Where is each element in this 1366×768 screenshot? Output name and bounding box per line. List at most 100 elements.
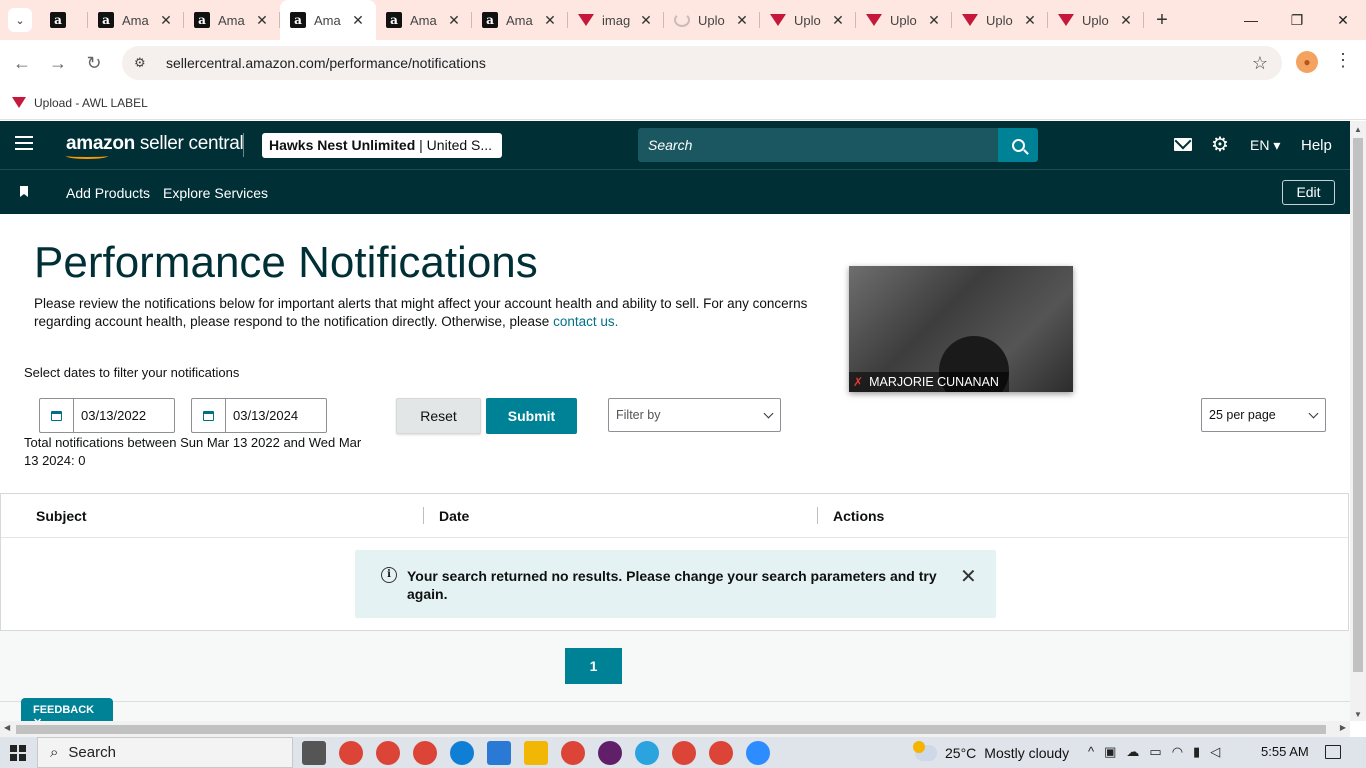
- column-subject[interactable]: Subject: [36, 508, 87, 524]
- chrome-icon[interactable]: [672, 741, 696, 765]
- browser-tab[interactable]: a Ama ✕: [88, 0, 184, 40]
- tab-close-icon[interactable]: ✕: [446, 12, 462, 29]
- volume-icon[interactable]: ◁: [1210, 744, 1220, 760]
- browser-tab[interactable]: a Ama ✕: [184, 0, 280, 40]
- vertical-scrollbar[interactable]: ▲ ▼: [1350, 121, 1366, 721]
- browser-tab[interactable]: a Ama ✕: [376, 0, 472, 40]
- contact-us-link[interactable]: contact us.: [553, 314, 618, 329]
- meet-icon[interactable]: ▣: [1104, 744, 1116, 760]
- minimize-button[interactable]: —: [1228, 0, 1274, 40]
- vertical-scroll-thumb[interactable]: [1353, 138, 1363, 672]
- battery-icon[interactable]: ▭: [1149, 744, 1161, 760]
- notification-icon[interactable]: [1325, 745, 1341, 759]
- bookmark-icon[interactable]: [20, 186, 28, 197]
- windows-start-icon[interactable]: [10, 745, 26, 761]
- restore-button[interactable]: ❐: [1274, 0, 1320, 40]
- feedback-button[interactable]: FEEDBACK ✕: [21, 698, 113, 729]
- chevron-up-icon[interactable]: ^: [1088, 744, 1094, 760]
- back-button[interactable]: ←: [10, 51, 34, 75]
- end-date-picker[interactable]: [192, 399, 226, 432]
- tab-close-icon[interactable]: ✕: [830, 12, 846, 29]
- tab-close-icon[interactable]: ✕: [1118, 12, 1134, 29]
- tab-close-icon[interactable]: ✕: [158, 12, 174, 29]
- browser-tab[interactable]: Uplo ✕: [664, 0, 760, 40]
- amazon-favicon-icon: a: [98, 12, 114, 28]
- browser-tab[interactable]: Uplo ✕: [856, 0, 952, 40]
- profile-avatar[interactable]: ●: [1296, 51, 1318, 73]
- browser-tab[interactable]: Uplo ✕: [1048, 0, 1144, 40]
- help-link[interactable]: Help: [1301, 137, 1332, 154]
- gear-icon[interactable]: ⚙: [1211, 135, 1229, 155]
- file-explorer-icon[interactable]: [524, 741, 548, 765]
- language-selector[interactable]: EN ▾: [1250, 137, 1280, 154]
- tab-close-icon[interactable]: ✕: [254, 12, 270, 29]
- tab-close-icon[interactable]: ✕: [734, 12, 750, 29]
- filter-by-select[interactable]: Filter by: [608, 398, 781, 432]
- reset-button[interactable]: Reset: [396, 398, 481, 434]
- mic-icon[interactable]: ▮: [1193, 744, 1200, 760]
- header-search-button[interactable]: [998, 128, 1038, 162]
- tab-close-icon[interactable]: ✕: [1022, 12, 1038, 29]
- tab-search-chevron-icon[interactable]: ⌄: [8, 8, 32, 32]
- bookmark-star-icon[interactable]: ☆: [1252, 53, 1268, 74]
- browser-menu-icon[interactable]: ⋮: [1334, 50, 1352, 71]
- browser-tab[interactable]: Uplo ✕: [760, 0, 856, 40]
- edit-button[interactable]: Edit: [1282, 180, 1335, 205]
- bookmark-upload-awl-label[interactable]: Upload - AWL LABEL: [34, 96, 148, 110]
- chrome-icon[interactable]: [339, 741, 363, 765]
- close-icon[interactable]: ✕: [960, 564, 977, 589]
- scroll-up-icon[interactable]: ▲: [1354, 125, 1362, 134]
- store-icon[interactable]: [487, 741, 511, 765]
- chrome-icon[interactable]: [413, 741, 437, 765]
- chrome-icon[interactable]: [376, 741, 400, 765]
- explore-services-link[interactable]: Explore Services: [163, 185, 268, 201]
- page-1-button[interactable]: 1: [565, 648, 622, 684]
- hamburger-menu-icon[interactable]: [15, 136, 33, 154]
- mail-icon[interactable]: [1174, 138, 1192, 151]
- tab-close-icon[interactable]: ✕: [350, 12, 366, 29]
- seller-central-logo[interactable]: amazon seller central: [66, 133, 244, 155]
- browser-tab[interactable]: a Ama ✕: [472, 0, 568, 40]
- per-page-select[interactable]: 25 per page: [1201, 398, 1326, 432]
- participant-name: MARJORIE CUNANAN: [869, 375, 999, 389]
- chrome-icon[interactable]: [709, 741, 733, 765]
- slack-icon[interactable]: [598, 741, 622, 765]
- video-call-overlay[interactable]: ✗ MARJORIE CUNANAN: [849, 266, 1073, 392]
- horizontal-scroll-thumb[interactable]: [16, 725, 1326, 734]
- add-products-link[interactable]: Add Products: [66, 185, 150, 201]
- reload-button[interactable]: ↻: [82, 51, 106, 75]
- new-tab-button[interactable]: +: [1150, 8, 1174, 32]
- column-date[interactable]: Date: [439, 508, 469, 524]
- horizontal-scrollbar[interactable]: ◀ ▶: [0, 721, 1350, 737]
- task-view-icon[interactable]: [302, 741, 326, 765]
- tab-close-icon[interactable]: ✕: [926, 12, 942, 29]
- browser-tab[interactable]: Uplo ✕: [952, 0, 1048, 40]
- browser-tab[interactable]: imag ✕: [568, 0, 664, 40]
- tab-close-icon[interactable]: ✕: [638, 12, 654, 29]
- weather-widget[interactable]: 25°C Mostly cloudy: [913, 737, 1069, 768]
- forward-button[interactable]: →: [46, 51, 70, 75]
- zoom-icon[interactable]: [746, 741, 770, 765]
- start-date-picker[interactable]: [40, 399, 74, 432]
- submit-button[interactable]: Submit: [486, 398, 577, 434]
- site-info-icon[interactable]: ⚙: [134, 55, 152, 71]
- edge-icon[interactable]: [450, 741, 474, 765]
- browser-tab[interactable]: a: [40, 0, 88, 40]
- onedrive-icon[interactable]: ☁: [1126, 744, 1139, 760]
- telegram-icon[interactable]: [635, 741, 659, 765]
- chrome-icon[interactable]: [561, 741, 585, 765]
- header-search-input[interactable]: Search: [638, 128, 998, 162]
- store-switcher[interactable]: Hawks Nest Unlimited | United S...: [262, 133, 502, 158]
- wifi-icon[interactable]: ◠: [1172, 744, 1183, 760]
- scroll-right-icon[interactable]: ▶: [1340, 723, 1346, 732]
- start-date-input[interactable]: 03/13/2022: [39, 398, 175, 433]
- address-bar[interactable]: ⚙ sellercentral.amazon.com/performance/n…: [122, 46, 1282, 80]
- scroll-down-icon[interactable]: ▼: [1354, 710, 1362, 719]
- clock[interactable]: 5:55 AM: [1261, 744, 1309, 759]
- scroll-left-icon[interactable]: ◀: [4, 723, 10, 732]
- close-window-button[interactable]: ✕: [1320, 0, 1366, 40]
- end-date-input[interactable]: 03/13/2024: [191, 398, 327, 433]
- browser-tab[interactable]: a Ama ✕: [280, 0, 376, 40]
- tab-close-icon[interactable]: ✕: [542, 12, 558, 29]
- taskbar-search[interactable]: ⌕ Search: [37, 737, 293, 768]
